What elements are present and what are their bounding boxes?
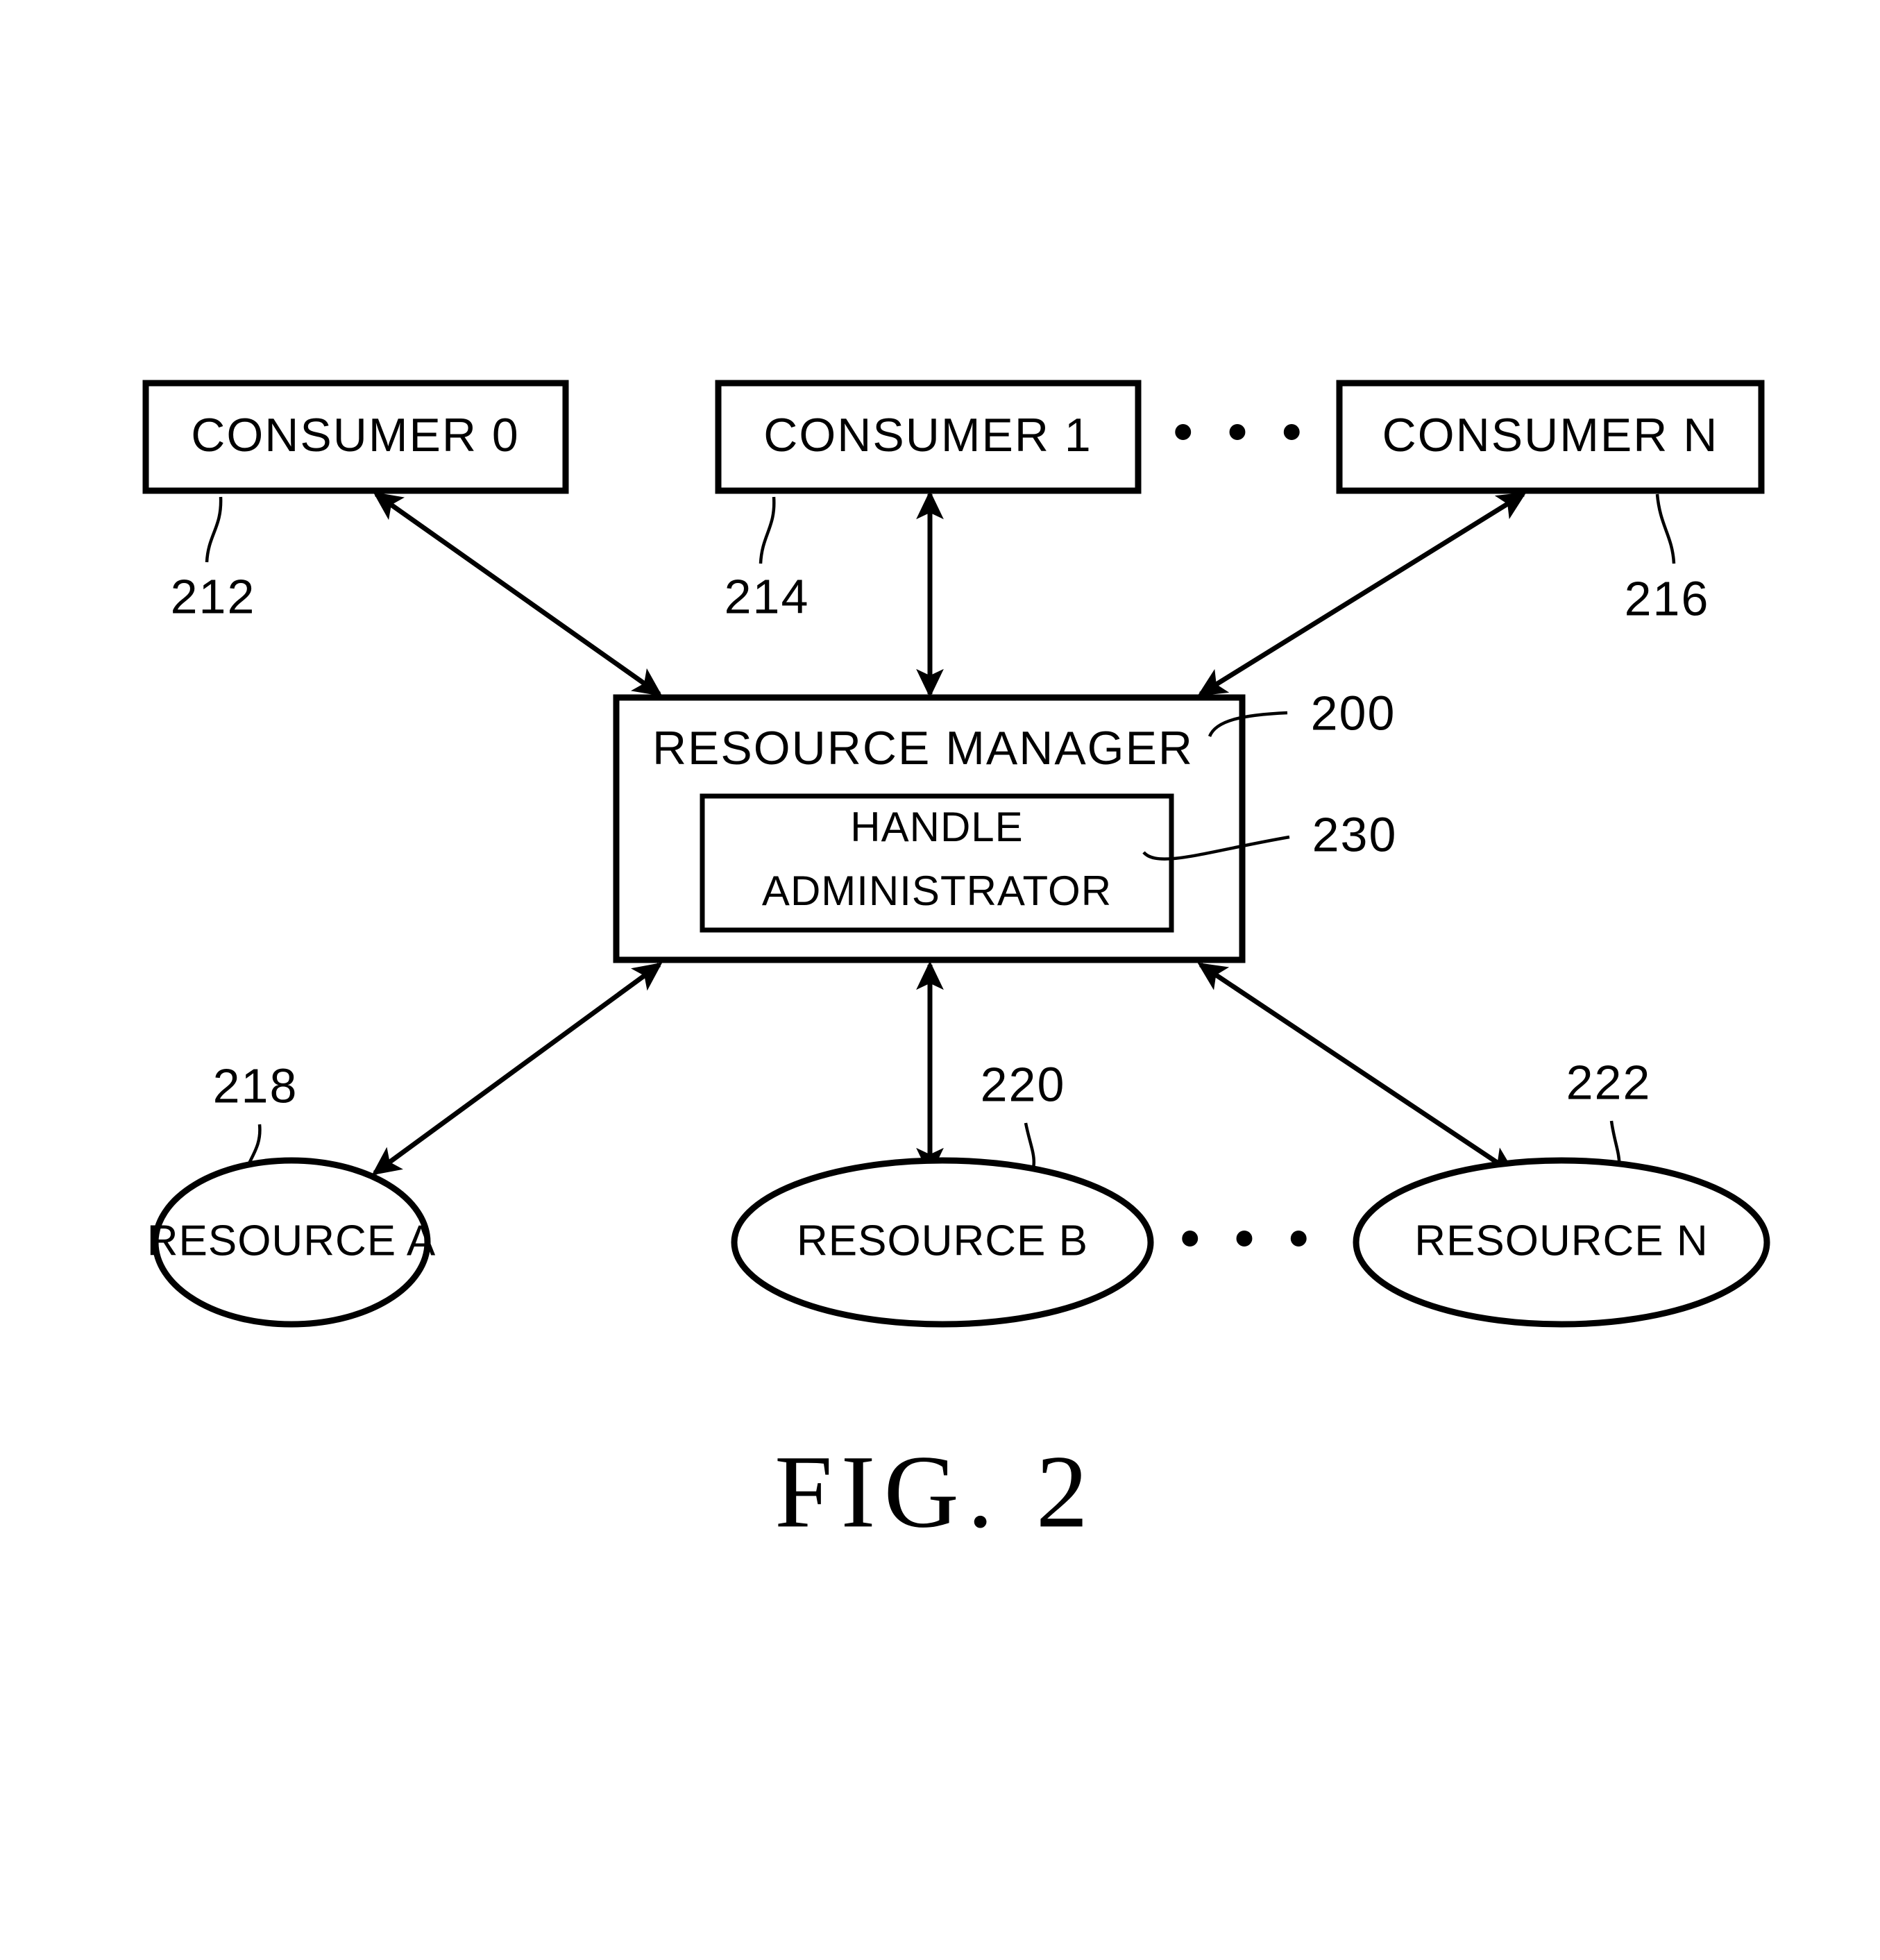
resource-a-node[interactable]: RESOURCE A	[147, 1157, 437, 1328]
consumer-1-node[interactable]: CONSUMER 1	[715, 380, 1142, 494]
resource-n-label: RESOURCE N	[1414, 1217, 1708, 1265]
connector-consumerN-manager	[1197, 492, 1527, 696]
ref-numeral-220: 220	[981, 1057, 1066, 1111]
ref-numeral-200: 200	[1311, 686, 1396, 740]
resource-b-label: RESOURCE B	[797, 1217, 1088, 1265]
ref-numeral-222: 222	[1566, 1055, 1652, 1109]
consumer-0-label: CONSUMER 0	[191, 409, 519, 462]
ref-numeral-214: 214	[725, 569, 810, 623]
leader-line-214	[759, 496, 776, 564]
consumer-ellipsis: • • •	[1174, 400, 1311, 462]
leader-line-212	[205, 496, 223, 563]
connector-manager-resourceN	[1197, 962, 1516, 1176]
resource-b-node[interactable]: RESOURCE B	[731, 1157, 1154, 1328]
resource-n-node[interactable]: RESOURCE N	[1353, 1157, 1770, 1328]
consumer-1-label: CONSUMER 1	[763, 409, 1092, 462]
figure-caption: FIG. 2	[774, 1434, 1096, 1549]
connector-manager-resourceA	[371, 962, 663, 1176]
resource-manager-label: RESOURCE MANAGER	[652, 722, 1194, 775]
consumer-n-node[interactable]: CONSUMER N	[1336, 380, 1765, 494]
ref-numeral-212: 212	[171, 569, 256, 623]
ref-numeral-216: 216	[1625, 571, 1710, 625]
consumer-0-node[interactable]: CONSUMER 0	[142, 380, 569, 494]
resource-manager-diagram: CONSUMER 0 CONSUMER 1 • • • CONSUMER N 2…	[142, 380, 1770, 1549]
leader-line-216	[1655, 493, 1676, 564]
resource-ellipsis: • • •	[1180, 1207, 1318, 1269]
connector-consumer0-manager	[373, 491, 663, 697]
handle-administrator-label-line2: ADMINISTRATOR	[762, 868, 1112, 914]
resource-a-label: RESOURCE A	[147, 1217, 437, 1265]
resource-manager-node[interactable]: RESOURCE MANAGER HANDLE ADMINISTRATOR	[613, 694, 1246, 963]
ref-numeral-230: 230	[1312, 807, 1398, 861]
handle-administrator-node[interactable]: HANDLE ADMINISTRATOR	[700, 793, 1174, 933]
ref-numeral-218: 218	[213, 1058, 298, 1113]
patent-figure-page: CONSUMER 0 CONSUMER 1 • • • CONSUMER N 2…	[0, 0, 1880, 1960]
handle-administrator-label-line1: HANDLE	[850, 804, 1023, 850]
consumer-n-label: CONSUMER N	[1382, 409, 1719, 462]
